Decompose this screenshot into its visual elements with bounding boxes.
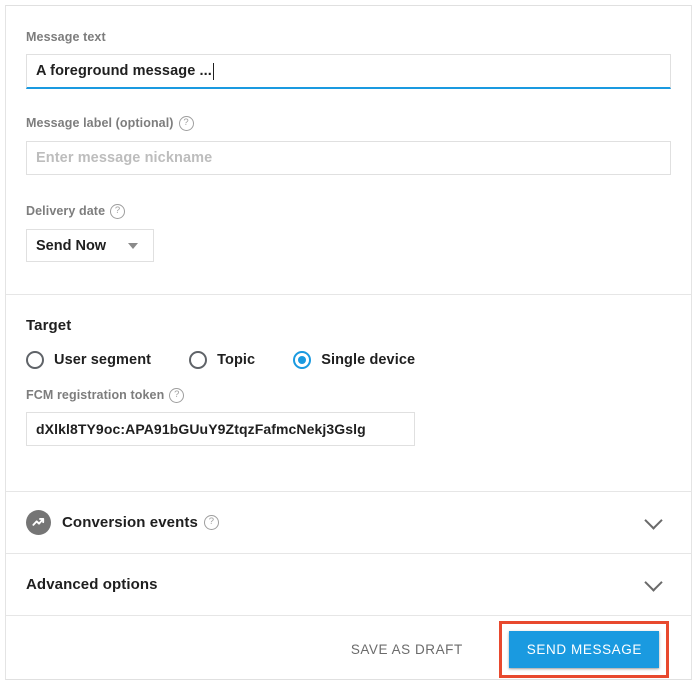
help-icon[interactable]: ? [169, 387, 185, 403]
radio-icon[interactable] [189, 351, 208, 369]
message-text-input-wrap: A foreground message ... [26, 54, 671, 89]
fcm-token-value: dXlkl8TY9oc:APA91bGUuY9ZtqzFafmcNekj3Gsl… [36, 421, 366, 437]
conversion-events-title: Conversion events [62, 514, 198, 531]
advanced-options-row[interactable]: Advanced options [6, 554, 691, 615]
help-icon[interactable]: ? [203, 515, 219, 530]
send-message-annotation-box: SEND MESSAGE [498, 620, 669, 678]
radio-icon-selected[interactable] [293, 351, 312, 369]
target-option-user-segment[interactable]: User segment [26, 351, 151, 369]
message-text-value: A foreground message ... [36, 63, 212, 79]
message-text-label-text: Message text [26, 30, 106, 44]
message-compose-card: Message text A foreground message ... Me… [5, 5, 692, 680]
target-option-topic[interactable]: Topic [189, 351, 255, 369]
fcm-token-label-text: FCM registration token [26, 388, 165, 402]
message-details-section: Message text A foreground message ... Me… [6, 29, 691, 294]
delivery-date-label: Delivery date ? [26, 203, 671, 219]
chevron-down-icon [128, 242, 139, 249]
message-label-label: Message label (optional) ? [26, 115, 671, 131]
fcm-token-input[interactable]: dXlkl8TY9oc:APA91bGUuY9ZtqzFafmcNekj3Gsl… [26, 412, 415, 446]
target-option-label: User segment [54, 352, 152, 368]
fcm-token-input-wrap: dXlkl8TY9oc:APA91bGUuY9ZtqzFafmcNekj3Gsl… [26, 412, 671, 446]
message-text-input[interactable]: A foreground message ... [26, 54, 671, 89]
fcm-token-label: FCM registration token ? [26, 387, 671, 403]
conversion-events-left: Conversion events ? [26, 510, 219, 535]
chevron-down-icon[interactable] [644, 510, 663, 530]
help-icon[interactable]: ? [110, 203, 126, 219]
message-text-label: Message text [26, 29, 671, 45]
target-title: Target [26, 317, 72, 334]
text-caret [212, 62, 215, 80]
target-section: Target User segment Topic Single device … [6, 317, 691, 491]
analytics-icon [26, 510, 51, 535]
target-radio-group: User segment Topic Single device [26, 351, 671, 369]
section-divider [6, 294, 691, 295]
save-as-draft-button[interactable]: SAVE AS DRAFT [337, 632, 477, 667]
chevron-down-icon[interactable] [644, 572, 663, 592]
delivery-date-selected-value: Send Now [36, 237, 107, 254]
form-footer: SAVE AS DRAFT SEND MESSAGE [6, 616, 691, 682]
conversion-events-title-wrap: Conversion events ? [62, 514, 219, 531]
target-option-label: Single device [321, 352, 416, 368]
target-option-single-device[interactable]: Single device [293, 351, 415, 369]
advanced-options-left: Advanced options [26, 576, 158, 593]
conversion-events-row[interactable]: Conversion events ? [6, 492, 691, 553]
radio-icon[interactable] [26, 351, 44, 369]
message-label-input-wrap: Enter message nickname [26, 141, 671, 175]
delivery-date-label-text: Delivery date [26, 204, 106, 218]
target-option-label: Topic [217, 352, 256, 368]
help-icon[interactable]: ? [178, 115, 194, 131]
send-message-button[interactable]: SEND MESSAGE [508, 630, 659, 668]
message-label-input[interactable]: Enter message nickname [26, 141, 671, 175]
message-label-placeholder: Enter message nickname [36, 150, 213, 166]
delivery-date-select[interactable]: Send Now [26, 229, 154, 262]
message-label-label-text: Message label (optional) [26, 116, 174, 130]
advanced-options-title: Advanced options [26, 576, 158, 593]
